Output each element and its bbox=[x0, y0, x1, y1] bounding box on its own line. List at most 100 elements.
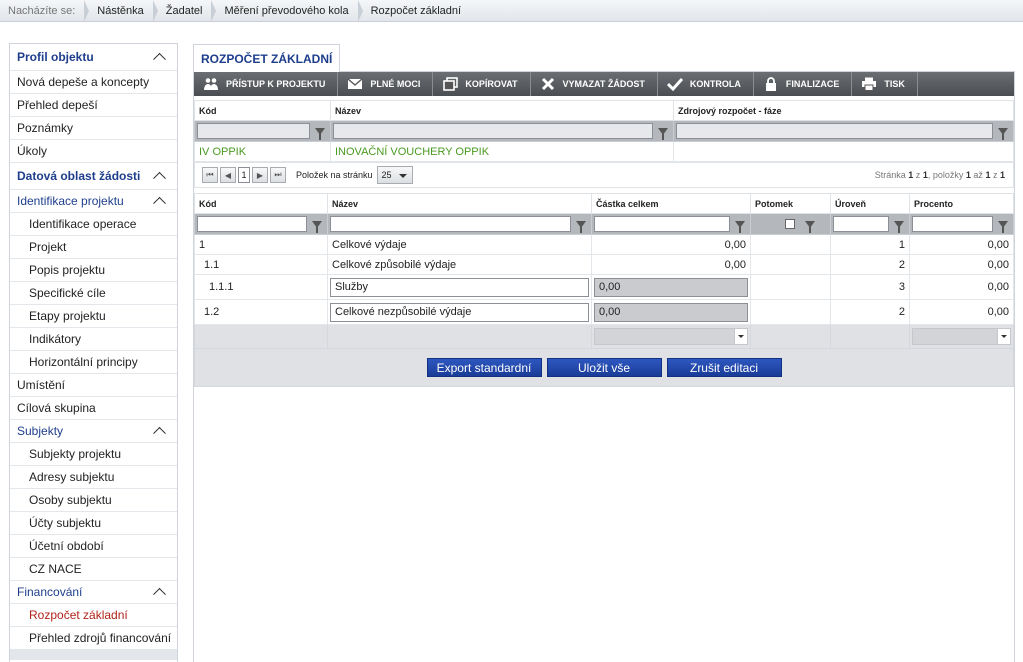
amount-footer-dropdown[interactable] bbox=[594, 328, 748, 345]
filter-icon[interactable] bbox=[805, 220, 815, 233]
pager: ⏮ ◀ 1 ▶ ⏭ Položek na stránku 25 Stránka … bbox=[194, 162, 1014, 188]
sidebar-item[interactable]: Subjekty projektu bbox=[10, 443, 177, 466]
chevron-down-icon[interactable] bbox=[997, 329, 1010, 344]
toolbar-button-label: PŘÍSTUP K PROJEKTU bbox=[226, 79, 326, 89]
amount-input[interactable]: 0,00 bbox=[594, 277, 748, 297]
toolbar-button-label: FINALIZACE bbox=[785, 79, 840, 89]
chevron-up-icon[interactable] bbox=[153, 171, 166, 185]
col-header-name[interactable]: Název bbox=[327, 193, 592, 214]
filter-icon[interactable] bbox=[894, 220, 904, 233]
table-row[interactable]: 1.1 Celkové způsobilé výdaje 0,00 2 0,00 bbox=[194, 254, 1014, 275]
filter-icon[interactable] bbox=[998, 127, 1008, 140]
col-header-child[interactable]: Potomek bbox=[750, 193, 831, 214]
percent-footer-dropdown[interactable] bbox=[912, 328, 1011, 345]
filter-icon[interactable] bbox=[315, 127, 325, 140]
sidebar-item[interactable]: Subjekty bbox=[10, 420, 177, 443]
sidebar-item[interactable]: Datová oblast žádosti bbox=[10, 163, 177, 190]
pager-prev-button[interactable]: ◀ bbox=[220, 167, 236, 183]
filter-child-checkbox[interactable] bbox=[785, 219, 795, 229]
sidebar-item[interactable]: Účty subjektu bbox=[10, 512, 177, 535]
sidebar-item[interactable]: Úkoly bbox=[10, 140, 177, 163]
filter-code-input[interactable] bbox=[197, 216, 307, 232]
breadcrumb-item-project[interactable]: Měření převodového kola bbox=[212, 0, 363, 22]
filter-amount-input[interactable] bbox=[594, 216, 730, 232]
cancel-edit-button[interactable]: Zrušit editaci bbox=[666, 358, 782, 377]
sidebar-item-label: Specifické cíle bbox=[29, 286, 106, 300]
toolbar-button[interactable]: PLNÉ MOCI bbox=[338, 72, 434, 96]
sidebar-item[interactable]: Účetní období bbox=[10, 535, 177, 558]
sidebar-item[interactable]: Horizontální principy bbox=[10, 351, 177, 374]
filter-icon[interactable] bbox=[735, 220, 745, 233]
pager-first-button[interactable]: ⏮ bbox=[202, 167, 218, 183]
sidebar-item[interactable]: CZ NACE bbox=[10, 558, 177, 581]
table-row[interactable]: 1 Celkové výdaje 0,00 1 0,00 bbox=[194, 234, 1014, 255]
filter-level-input[interactable] bbox=[833, 216, 889, 232]
sidebar-item[interactable]: Nová depeše a koncepty bbox=[10, 71, 177, 94]
name-input[interactable]: Celkové nezpůsobilé výdaje bbox=[330, 302, 589, 322]
page-size-select[interactable]: 25 bbox=[376, 166, 413, 184]
sidebar-item[interactable]: Umístění bbox=[10, 374, 177, 397]
name-input[interactable]: Služby bbox=[330, 277, 589, 297]
table-row[interactable]: IV OPPIK INOVAČNÍ VOUCHERY OPPIK bbox=[194, 141, 1014, 162]
pager-last-button[interactable]: ⏭ bbox=[270, 167, 286, 183]
toolbar-button[interactable]: KOPÍROVAT bbox=[433, 72, 531, 96]
save-all-button[interactable]: Uložit vše bbox=[546, 358, 662, 377]
sidebar-item[interactable]: Identifikace projektu bbox=[10, 190, 177, 213]
filter-icon[interactable] bbox=[998, 220, 1008, 233]
filter-icon[interactable] bbox=[658, 127, 668, 140]
sidebar-item[interactable]: Etapy projektu bbox=[10, 305, 177, 328]
chevron-up-icon[interactable] bbox=[153, 426, 166, 440]
col-header-percent[interactable]: Procento bbox=[909, 193, 1014, 214]
chevron-up-icon[interactable] bbox=[153, 196, 166, 210]
sidebar-item-label: Úkoly bbox=[17, 144, 48, 158]
col-header-amount[interactable]: Částka celkem bbox=[591, 193, 751, 214]
filter-percent-input[interactable] bbox=[912, 216, 993, 232]
sidebar-item[interactable]: Přehled zdrojů financování bbox=[10, 627, 177, 650]
toolbar-button[interactable]: KONTROLA bbox=[658, 72, 754, 96]
sidebar-item[interactable]: Projekt bbox=[10, 236, 177, 259]
chevron-down-icon[interactable] bbox=[734, 329, 747, 344]
sidebar-item[interactable]: Profil objektu bbox=[10, 44, 177, 71]
col-header-code[interactable]: Kód bbox=[194, 100, 331, 121]
sidebar-item[interactable]: Přehled depeší bbox=[10, 94, 177, 117]
toolbar-button[interactable]: PŘÍSTUP K PROJEKTU bbox=[194, 72, 339, 96]
toolbar-button[interactable]: FINALIZACE bbox=[754, 72, 853, 96]
sidebar-item-label: Horizontální principy bbox=[29, 355, 138, 369]
pager-next-button[interactable]: ▶ bbox=[252, 167, 268, 183]
pager-page-input[interactable]: 1 bbox=[238, 167, 250, 183]
table-row[interactable]: 1.1.1 Služby 0,00 3 0,00 bbox=[194, 274, 1014, 300]
sidebar-item[interactable]: Adresy subjektu bbox=[10, 466, 177, 489]
sidebar-item[interactable]: Popis projektu bbox=[10, 259, 177, 282]
filter-code-input[interactable] bbox=[197, 123, 310, 139]
tab-budget[interactable]: ROZPOČET ZÁKLADNÍ bbox=[193, 44, 341, 72]
toolbar-button[interactable]: TISK bbox=[852, 72, 918, 96]
breadcrumb-item-dashboard[interactable]: Nástěnka bbox=[85, 0, 159, 22]
sidebar-item[interactable]: Specifické cíle bbox=[10, 282, 177, 305]
sidebar-item-label: Identifikace projektu bbox=[17, 194, 124, 208]
col-header-name[interactable]: Název bbox=[330, 100, 674, 121]
chevron-up-icon[interactable] bbox=[153, 52, 166, 66]
sidebar-item[interactable]: Financování bbox=[10, 581, 177, 604]
sidebar-item[interactable]: Poznámky bbox=[10, 117, 177, 140]
breadcrumb-item-applicant[interactable]: Žadatel bbox=[154, 0, 217, 22]
filter-icon[interactable] bbox=[312, 220, 322, 233]
col-header-level[interactable]: Úroveň bbox=[830, 193, 910, 214]
filter-icon[interactable] bbox=[576, 220, 586, 233]
sidebar-item[interactable]: Rozpočet základní bbox=[10, 604, 177, 627]
col-header-phase[interactable]: Zdrojový rozpočet - fáze bbox=[673, 100, 1014, 121]
sidebar-item[interactable]: Identifikace operace bbox=[10, 213, 177, 236]
sidebar-item[interactable]: Osoby subjektu bbox=[10, 489, 177, 512]
sidebar-item[interactable]: Cílová skupina bbox=[10, 397, 177, 420]
export-button[interactable]: Export standardní bbox=[426, 358, 542, 377]
toolbar-button[interactable]: VYMAZAT ŽÁDOST bbox=[531, 72, 658, 96]
amount-input[interactable]: 0,00 bbox=[594, 302, 748, 322]
sidebar-item-label: Přehled depeší bbox=[17, 98, 98, 112]
filter-name-input[interactable] bbox=[333, 123, 653, 139]
col-header-code[interactable]: Kód bbox=[194, 193, 328, 214]
table-row[interactable]: 1.2 Celkové nezpůsobilé výdaje 0,00 2 0,00 bbox=[194, 299, 1014, 325]
filter-name-input[interactable] bbox=[330, 216, 571, 232]
level-cell: 3 bbox=[830, 274, 910, 300]
sidebar-item[interactable]: Indikátory bbox=[10, 328, 177, 351]
chevron-up-icon[interactable] bbox=[153, 587, 166, 601]
filter-phase-input[interactable] bbox=[676, 123, 993, 139]
